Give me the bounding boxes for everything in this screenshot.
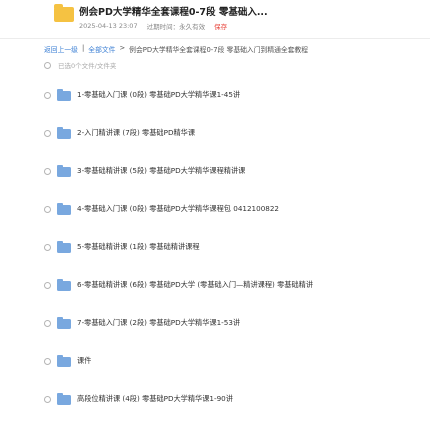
breadcrumb-back-link[interactable]: 返回上一级 (44, 44, 78, 54)
breadcrumb-arrow: > (119, 44, 126, 52)
row-checkbox[interactable] (44, 167, 51, 175)
file-name[interactable]: 1-零基础入门课 (0段) 零基础PD大学精华课1-45讲 (77, 90, 240, 100)
folder-icon (57, 89, 71, 101)
file-list: 1-零基础入门课 (0段) 零基础PD大学精华课1-45讲 2-入门精讲课 (7… (44, 76, 424, 418)
folder-icon (57, 317, 71, 329)
file-name[interactable]: 高段位精讲课 (4段) 零基础PD大学精华课1-90讲 (77, 394, 233, 404)
breadcrumb-current: 例会PD大学精华全套课程0-7段 零基础入门到精通全套教程 (129, 46, 309, 54)
share-expiry: 过期时间：永久有效 (146, 23, 206, 31)
folder-icon (57, 127, 71, 139)
breadcrumb: 返回上一级 | 全部文件 > 例会PD大学精华全套课程0-7段 零基础入门到精通… (44, 44, 308, 54)
file-name[interactable]: 2-入门精讲课 (7段) 零基础PD精华课 (77, 128, 195, 138)
file-row[interactable]: 2-入门精讲课 (7段) 零基础PD精华课 (44, 114, 424, 152)
folder-icon (57, 393, 71, 405)
file-row[interactable]: 4-零基础入门课 (0段) 零基础PD大学精华课程包 0412100822 (44, 190, 424, 228)
row-checkbox[interactable] (44, 129, 51, 137)
file-name[interactable]: 7-零基础入门课 (2段) 零基础PD大学精华课1-53讲 (77, 318, 240, 328)
breadcrumb-root-link[interactable]: 全部文件 (88, 44, 115, 54)
select-all-checkbox[interactable] (44, 61, 51, 69)
file-row[interactable]: 6-零基础精讲课 (6段) 零基础PD大学 (零基础入门—精讲课程) 零基础精讲 (44, 266, 424, 304)
share-date: 2025-04-13 23:07 (79, 22, 138, 30)
row-checkbox[interactable] (44, 243, 51, 251)
row-checkbox[interactable] (44, 319, 51, 327)
folder-icon (57, 165, 71, 177)
file-name[interactable]: 3-零基础精讲课 (5段) 零基础PD大学精华课程精讲课 (77, 166, 245, 176)
breadcrumb-separator: | (81, 44, 85, 52)
list-header: 已选0个文件/文件夹 (44, 58, 116, 72)
file-row[interactable]: 1-零基础入门课 (0段) 零基础PD大学精华课1-45讲 (44, 76, 424, 114)
file-name[interactable]: 5-零基础精讲课 (1段) 零基础精讲课程 (77, 242, 200, 252)
file-row[interactable]: 高段位精讲课 (4段) 零基础PD大学精华课1-90讲 (44, 380, 424, 418)
file-row[interactable]: 5-零基础精讲课 (1段) 零基础精讲课程 (44, 228, 424, 266)
folder-icon (57, 241, 71, 253)
selection-status: 已选0个文件/文件夹 (58, 62, 117, 70)
file-row[interactable]: 7-零基础入门课 (2段) 零基础PD大学精华课1-53讲 (44, 304, 424, 342)
file-name[interactable]: 4-零基础入门课 (0段) 零基础PD大学精华课程包 0412100822 (77, 204, 279, 214)
file-row[interactable]: 课件 (44, 342, 424, 380)
share-title: 例会PD大学精华全套课程0-7段 零基础入... (79, 7, 268, 18)
header-divider (0, 38, 430, 39)
file-name[interactable]: 6-零基础精讲课 (6段) 零基础PD大学 (零基础入门—精讲课程) 零基础精讲 (77, 280, 313, 290)
folder-icon (57, 203, 71, 215)
folder-icon (57, 279, 71, 291)
row-checkbox[interactable] (44, 91, 51, 99)
row-checkbox[interactable] (44, 205, 51, 213)
file-row[interactable]: 3-零基础精讲课 (5段) 零基础PD大学精华课程精讲课 (44, 152, 424, 190)
file-name[interactable]: 课件 (77, 356, 91, 366)
row-checkbox[interactable] (44, 357, 51, 365)
share-meta: 2025-04-13 23:07 过期时间：永久有效 保存 (79, 21, 227, 31)
folder-icon (57, 355, 71, 367)
save-button[interactable]: 保存 (214, 21, 227, 31)
row-checkbox[interactable] (44, 281, 51, 289)
share-folder-icon (54, 4, 74, 22)
row-checkbox[interactable] (44, 395, 51, 403)
